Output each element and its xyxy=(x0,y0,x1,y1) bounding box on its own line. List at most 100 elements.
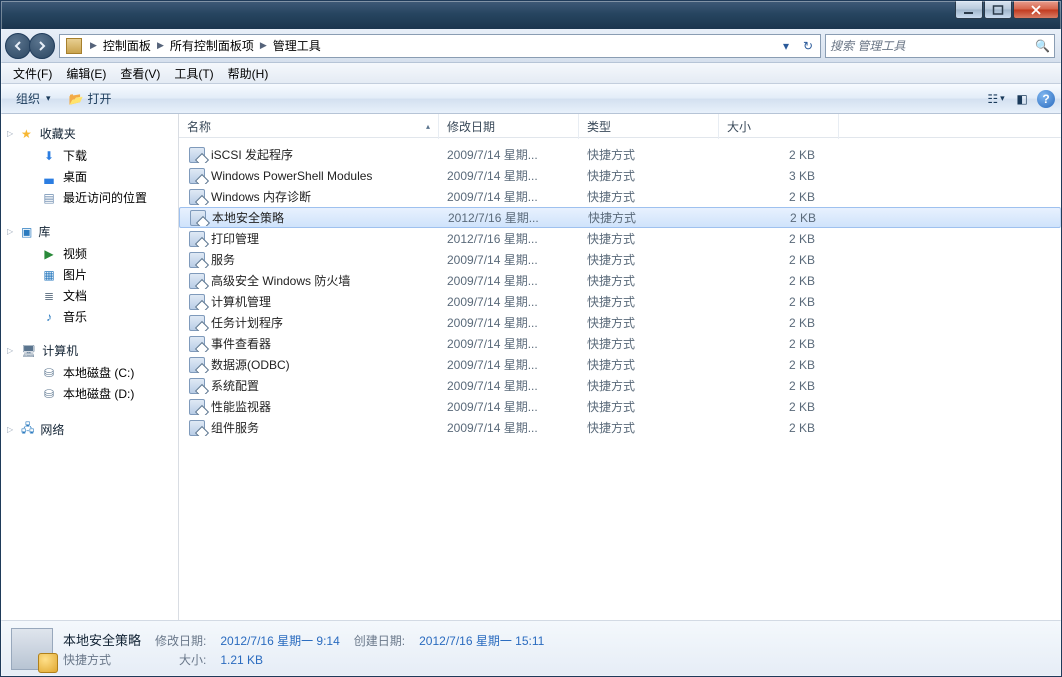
file-row[interactable]: 数据源(ODBC)2009/7/14 星期...快捷方式2 KB xyxy=(179,354,1061,375)
shortcut-icon xyxy=(189,336,205,352)
crumb-0[interactable]: 控制面板 xyxy=(101,37,153,54)
file-row[interactable]: 高级安全 Windows 防火墙2009/7/14 星期...快捷方式2 KB xyxy=(179,270,1061,291)
shortcut-icon xyxy=(189,399,205,415)
chevron-right-icon[interactable]: ▶ xyxy=(256,40,271,51)
history-chevron-down-icon[interactable]: ▾ xyxy=(776,36,796,56)
maximize-button[interactable] xyxy=(984,1,1012,19)
explorer-window: ▶ 控制面板 ▶ 所有控制面板项 ▶ 管理工具 ▾ ↻ 搜索 管理工具 🔍 文件… xyxy=(0,0,1062,677)
menu-file[interactable]: 文件(F) xyxy=(7,63,58,84)
file-row[interactable]: 打印管理2012/7/16 星期...快捷方式2 KB xyxy=(179,228,1061,249)
help-icon[interactable]: ? xyxy=(1037,90,1055,108)
network-group[interactable]: 🖧网络 xyxy=(1,416,178,443)
file-type: 快捷方式 xyxy=(579,356,719,373)
titlebar[interactable] xyxy=(1,1,1061,29)
file-size: 3 KB xyxy=(719,169,839,183)
network-icon: 🖧 xyxy=(21,419,34,440)
col-type[interactable]: 类型 xyxy=(579,114,719,139)
file-name: 高级安全 Windows 防火墙 xyxy=(211,272,350,289)
file-name: 任务计划程序 xyxy=(211,314,283,331)
back-button[interactable] xyxy=(5,33,31,59)
file-size: 2 KB xyxy=(719,337,839,351)
sidebar-item[interactable]: ▦图片 xyxy=(1,264,178,285)
library-icon: ▣ xyxy=(21,225,32,239)
preview-pane-button[interactable]: ◧ xyxy=(1011,88,1033,110)
open-icon: 📂 xyxy=(69,92,84,106)
crumb-2[interactable]: 管理工具 xyxy=(271,37,323,54)
computer-icon: 🖥 xyxy=(21,344,36,358)
sidebar-item-label: 本地磁盘 (C:) xyxy=(63,364,134,381)
file-date: 2009/7/14 星期... xyxy=(439,335,579,352)
sidebar-item[interactable]: ▤最近访问的位置 xyxy=(1,187,178,208)
sidebar-item[interactable]: ⬇下载 xyxy=(1,145,178,166)
sidebar-item[interactable]: ▶ 视频 xyxy=(1,243,178,264)
favorites-group[interactable]: ★收藏夹 xyxy=(1,122,178,145)
sidebar-item-label: 视频 xyxy=(63,245,87,262)
file-row[interactable]: 任务计划程序2009/7/14 星期...快捷方式2 KB xyxy=(179,312,1061,333)
file-date: 2009/7/14 星期... xyxy=(439,272,579,289)
file-row[interactable]: 组件服务2009/7/14 星期...快捷方式2 KB xyxy=(179,417,1061,438)
details-mod-label: 修改日期: xyxy=(155,632,206,649)
sidebar-item[interactable]: ▃桌面 xyxy=(1,166,178,187)
refresh-icon[interactable]: ↻ xyxy=(798,36,818,56)
file-name: iSCSI 发起程序 xyxy=(211,146,293,163)
details-mod-val: 2012/7/16 星期一 9:14 xyxy=(220,632,339,649)
file-name: Windows 内存诊断 xyxy=(211,188,311,205)
file-date: 2009/7/14 星期... xyxy=(439,251,579,268)
menu-edit[interactable]: 编辑(E) xyxy=(60,63,112,84)
file-row[interactable]: Windows PowerShell Modules2009/7/14 星期..… xyxy=(179,165,1061,186)
file-row[interactable]: 系统配置2009/7/14 星期...快捷方式2 KB xyxy=(179,375,1061,396)
address-bar[interactable]: ▶ 控制面板 ▶ 所有控制面板项 ▶ 管理工具 ▾ ↻ xyxy=(59,34,821,58)
organize-button[interactable]: 组织 xyxy=(7,86,60,111)
file-row[interactable]: 服务2009/7/14 星期...快捷方式2 KB xyxy=(179,249,1061,270)
file-date: 2009/7/14 星期... xyxy=(439,314,579,331)
shortcut-icon xyxy=(189,294,205,310)
shortcut-icon xyxy=(189,252,205,268)
menu-view[interactable]: 查看(V) xyxy=(114,63,166,84)
navbar: ▶ 控制面板 ▶ 所有控制面板项 ▶ 管理工具 ▾ ↻ 搜索 管理工具 🔍 xyxy=(1,29,1061,63)
sidebar-item[interactable]: ⛁本地磁盘 (C:) xyxy=(1,362,178,383)
crumb-1[interactable]: 所有控制面板项 xyxy=(168,37,256,54)
close-button[interactable] xyxy=(1013,1,1059,19)
file-name: 系统配置 xyxy=(211,377,259,394)
file-date: 2012/7/16 星期... xyxy=(440,209,580,226)
libraries-group[interactable]: ▣库 xyxy=(1,220,178,243)
sidebar-item[interactable]: ⛁本地磁盘 (D:) xyxy=(1,383,178,404)
file-type: 快捷方式 xyxy=(579,293,719,310)
file-date: 2009/7/14 星期... xyxy=(439,188,579,205)
file-name: 组件服务 xyxy=(211,419,259,436)
details-pane: 本地安全策略 修改日期: 2012/7/16 星期一 9:14 创建日期: 20… xyxy=(1,620,1061,676)
file-row[interactable]: 性能监视器2009/7/14 星期...快捷方式2 KB xyxy=(179,396,1061,417)
file-row[interactable]: Windows 内存诊断2009/7/14 星期...快捷方式2 KB xyxy=(179,186,1061,207)
file-row[interactable]: 本地安全策略2012/7/16 星期...快捷方式2 KB xyxy=(179,207,1061,228)
forward-button[interactable] xyxy=(29,33,55,59)
col-date[interactable]: 修改日期 xyxy=(439,114,579,139)
file-name: 数据源(ODBC) xyxy=(211,356,290,373)
search-input[interactable]: 搜索 管理工具 🔍 xyxy=(825,34,1055,58)
file-row[interactable]: iSCSI 发起程序2009/7/14 星期...快捷方式2 KB xyxy=(179,144,1061,165)
col-name[interactable]: 名称 xyxy=(179,114,439,139)
location-icon xyxy=(66,38,82,54)
file-name: 事件查看器 xyxy=(211,335,271,352)
file-row[interactable]: 计算机管理2009/7/14 星期...快捷方式2 KB xyxy=(179,291,1061,312)
menu-help[interactable]: 帮助(H) xyxy=(222,63,275,84)
shortcut-icon xyxy=(189,168,205,184)
computer-group[interactable]: 🖥计算机 xyxy=(1,339,178,362)
chevron-right-icon[interactable]: ▶ xyxy=(153,40,168,51)
file-size: 2 KB xyxy=(719,295,839,309)
chevron-right-icon[interactable]: ▶ xyxy=(86,40,101,51)
view-options-button[interactable]: ☷ xyxy=(985,88,1007,110)
sidebar-item[interactable]: ♪音乐 xyxy=(1,306,178,327)
search-icon[interactable]: 🔍 xyxy=(1035,39,1050,53)
open-button[interactable]: 📂打开 xyxy=(60,86,121,111)
col-size[interactable]: 大小 xyxy=(719,114,839,139)
file-type: 快捷方式 xyxy=(579,419,719,436)
file-name: Windows PowerShell Modules xyxy=(211,169,372,183)
file-row[interactable]: 事件查看器2009/7/14 星期...快捷方式2 KB xyxy=(179,333,1061,354)
libraries-item-icon: ▶ xyxy=(41,246,57,262)
minimize-button[interactable] xyxy=(955,1,983,19)
sidebar-item[interactable]: ≣文档 xyxy=(1,285,178,306)
menu-tools[interactable]: 工具(T) xyxy=(168,63,219,84)
file-size: 2 KB xyxy=(719,253,839,267)
toolbar: 组织 📂打开 ☷ ◧ ? xyxy=(1,84,1061,114)
file-date: 2009/7/14 星期... xyxy=(439,377,579,394)
